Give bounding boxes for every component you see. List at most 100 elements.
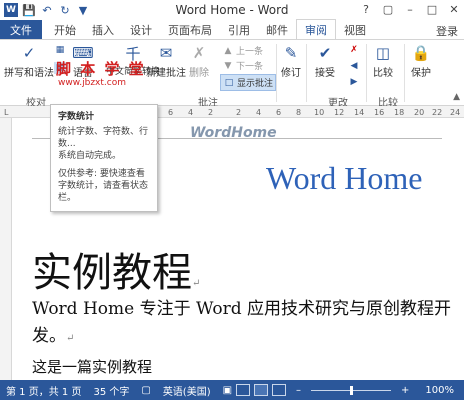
page-count[interactable]: 第 1 页，共 1 页: [0, 383, 87, 398]
zoom-level[interactable]: 100%: [419, 385, 460, 396]
next-comment-button[interactable]: ▼ 下一条: [222, 59, 264, 73]
show-comments-icon: □: [224, 77, 234, 88]
ruler-mark: 6: [168, 108, 174, 117]
web-layout-icon[interactable]: [272, 384, 287, 396]
show-comments-button[interactable]: □ 显示批注: [220, 74, 277, 91]
ribbon-separator: [366, 44, 367, 102]
prev-label: 上一条: [236, 47, 264, 57]
customize-qat-icon[interactable]: ▼: [76, 3, 90, 17]
ruler-mark: 8: [296, 108, 302, 117]
document-paragraph-2: 这是一篇实例教程: [32, 358, 153, 376]
vertical-ruler[interactable]: [0, 118, 12, 380]
next-change-button[interactable]: ▶: [348, 76, 360, 88]
tab-mailings[interactable]: 邮件: [258, 20, 296, 39]
tab-view[interactable]: 视图: [336, 20, 374, 39]
maximize-icon[interactable]: □: [424, 1, 440, 17]
tab-insert[interactable]: 插入: [84, 20, 122, 39]
track-changes-button[interactable]: ✎ 修订: [280, 42, 302, 79]
delete-comment-button[interactable]: ✗ 删除: [188, 42, 210, 79]
word-app-icon[interactable]: W: [4, 3, 18, 17]
document-heading: 实例教程↵: [32, 240, 200, 298]
ruler-tab-selector[interactable]: L: [4, 108, 8, 117]
document-paragraph: Word Home 专注于 Word 应用技术研究与原创教程开发。↵: [32, 296, 457, 352]
next-label: 下一条: [236, 62, 264, 72]
close-icon[interactable]: ✕: [446, 1, 462, 17]
ruler-mark: 22: [432, 108, 443, 117]
tooltip-title: 字数统计: [58, 112, 95, 122]
blue-title-text: Word Home: [266, 160, 423, 196]
watermark-text: 脚 本 学 堂: [56, 60, 146, 78]
proofing-icon[interactable]: ▢: [135, 385, 156, 396]
ribbon-display-icon[interactable]: ▢: [380, 1, 396, 17]
compare-icon: ◫: [375, 44, 391, 62]
ruler-mark: 18: [394, 108, 405, 117]
save-icon[interactable]: 💾: [22, 3, 36, 17]
ribbon-collapse-icon[interactable]: ▲: [453, 92, 460, 102]
window-controls: ? ▢ – □ ✕: [358, 1, 462, 17]
zoom-slider-thumb[interactable]: [350, 385, 354, 395]
watermark-url: www.jbzxt.com: [58, 78, 126, 88]
previous-comment-button[interactable]: ▲ 上一条: [222, 44, 264, 58]
tooltip-body-3: 仅供参考: 要快速查看字数统计，请查看状态栏。: [58, 169, 149, 203]
ruler-mark: 20: [414, 108, 425, 117]
compare-label: 比较: [373, 68, 393, 79]
protect-button[interactable]: 🔒 保护: [410, 42, 432, 79]
word-count-tooltip: 字数统计 统计字数、字符数、行数... 系统自动完成。 仅供参考: 要快速查看字…: [50, 104, 158, 212]
previous-change-button[interactable]: ◀: [348, 60, 360, 72]
ribbon-review: ✓ 拼写和语法 ▦ ▤ ⌨ 语言 千 中文简繁转换 ✉ 新建批注 ✗ 删除 ▲ …: [0, 40, 464, 109]
thesaurus-icon: ▦: [55, 45, 65, 55]
zoom-out-icon[interactable]: –: [290, 385, 307, 396]
tooltip-body-2: 系统自动完成。: [58, 151, 122, 161]
thesaurus-button[interactable]: ▦: [54, 44, 66, 56]
spelling-check-icon: ✓: [22, 44, 36, 62]
new-comment-icon: ✉: [159, 44, 173, 62]
ruler-mark: 10: [314, 108, 325, 117]
tab-references[interactable]: 引用: [220, 20, 258, 39]
zoom-in-icon[interactable]: +: [395, 385, 415, 396]
minimize-icon[interactable]: –: [402, 1, 418, 17]
lock-icon: 🔒: [411, 44, 431, 62]
delete-label: 删除: [189, 68, 209, 79]
ruler-mark: 16: [374, 108, 385, 117]
read-mode-icon[interactable]: [236, 384, 251, 396]
ribbon-separator: [276, 44, 277, 102]
spelling-grammar-button[interactable]: ✓ 拼写和语法: [4, 42, 54, 79]
tab-home[interactable]: 开始: [46, 20, 84, 39]
previous-change-icon: ◀: [350, 61, 358, 71]
print-layout-icon[interactable]: [254, 384, 269, 396]
ruler-mark: 2: [208, 108, 214, 117]
title-bar: W 💾 ↶ ↻ ▼ Word Home - Word ? ▢ – □ ✕: [0, 0, 464, 20]
ribbon-separator: [306, 44, 307, 102]
redo-icon[interactable]: ↻: [58, 3, 72, 17]
reject-button[interactable]: ✗: [348, 44, 360, 56]
next-icon: ▼: [224, 60, 232, 71]
next-change-icon: ▶: [350, 77, 358, 87]
paragraph-text: Word Home 专注于 Word 应用技术研究与原创教程开发。: [32, 299, 451, 346]
spelling-label: 拼写和语法: [4, 68, 54, 79]
compare-button[interactable]: ◫ 比较: [372, 42, 394, 79]
tab-review[interactable]: 审阅: [296, 19, 336, 39]
help-icon[interactable]: ?: [358, 1, 374, 17]
zoom-slider[interactable]: [311, 385, 392, 395]
language-status[interactable]: 英语(美国): [157, 383, 217, 398]
tab-design[interactable]: 设计: [122, 20, 160, 39]
ruler-mark: 2: [236, 108, 242, 117]
zoom-area: – + 100%: [236, 380, 460, 400]
accept-label: 接受: [315, 68, 335, 79]
undo-icon[interactable]: ↶: [40, 3, 54, 17]
word-count[interactable]: 35 个字: [87, 383, 135, 398]
paragraph-mark-icon: ↵: [192, 278, 201, 289]
login-link[interactable]: 登录: [436, 23, 458, 39]
new-comment-label: 新建批注: [146, 68, 186, 79]
new-comment-button[interactable]: ✉ 新建批注: [146, 42, 186, 79]
macro-icon[interactable]: ▣: [217, 385, 238, 396]
track-label: 修订: [281, 68, 301, 79]
tab-page-layout[interactable]: 页面布局: [160, 20, 220, 39]
reject-icon: ✗: [350, 45, 358, 55]
accept-button[interactable]: ✔ 接受: [314, 42, 336, 79]
tab-file[interactable]: 文件: [0, 20, 42, 39]
paragraph-mark-icon: ↵: [66, 333, 75, 344]
previous-icon: ▲: [224, 45, 232, 56]
ruler-mark: 4: [188, 108, 194, 117]
accept-icon: ✔: [318, 44, 332, 62]
